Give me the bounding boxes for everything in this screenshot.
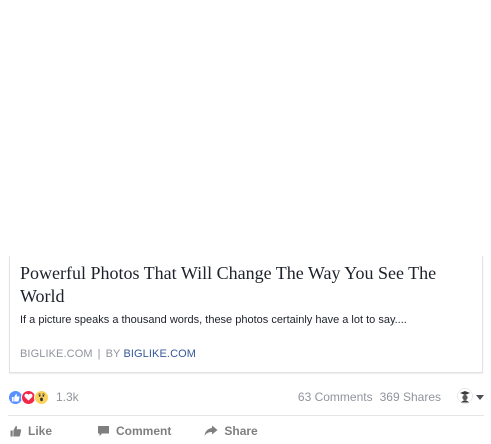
- link-author[interactable]: BIGLIKE.COM: [123, 348, 196, 360]
- post-actions: Like Comment Share: [8, 419, 484, 443]
- chevron-down-icon: [476, 394, 484, 400]
- link-domain: BIGLIKE.COM: [20, 348, 93, 360]
- thumbs-up-icon: [10, 426, 22, 437]
- wow-reaction-icon: [34, 389, 49, 405]
- comment-icon: [98, 426, 110, 436]
- comment-button[interactable]: Comment: [97, 424, 171, 438]
- reaction-icons[interactable]: [8, 389, 49, 405]
- link-title[interactable]: Powerful Photos That Will Change The Way…: [20, 262, 472, 308]
- shares-count[interactable]: 369 Shares: [380, 390, 441, 404]
- page-avatar-icon: [457, 387, 473, 407]
- link-preview-image[interactable]: [0, 0, 491, 258]
- share-button[interactable]: Share: [204, 424, 258, 438]
- share-arrow-icon: [204, 425, 218, 436]
- like-button[interactable]: Like: [10, 424, 52, 438]
- page-voice-selector[interactable]: [457, 387, 484, 407]
- link-description: If a picture speaks a thousand words, th…: [20, 314, 407, 326]
- actions-divider: [8, 415, 484, 416]
- by-label: BY: [105, 348, 121, 360]
- post-stats: 63 Comments 369 Shares: [298, 387, 484, 407]
- link-preview-card[interactable]: Powerful Photos That Will Change The Way…: [9, 256, 483, 373]
- reactions-bar: 1.3k 63 Comments 369 Shares: [8, 385, 484, 409]
- comment-button-label: Comment: [116, 424, 172, 438]
- share-button-label: Share: [224, 424, 258, 438]
- like-button-label: Like: [28, 424, 53, 438]
- feed-post: Powerful Photos That Will Change The Way…: [0, 0, 491, 444]
- source-separator: |: [97, 348, 101, 360]
- link-source-line: BIGLIKE.COM | BY BIGLIKE.COM: [20, 348, 196, 360]
- reaction-count[interactable]: 1.3k: [56, 390, 79, 404]
- comments-count[interactable]: 63 Comments: [298, 390, 373, 404]
